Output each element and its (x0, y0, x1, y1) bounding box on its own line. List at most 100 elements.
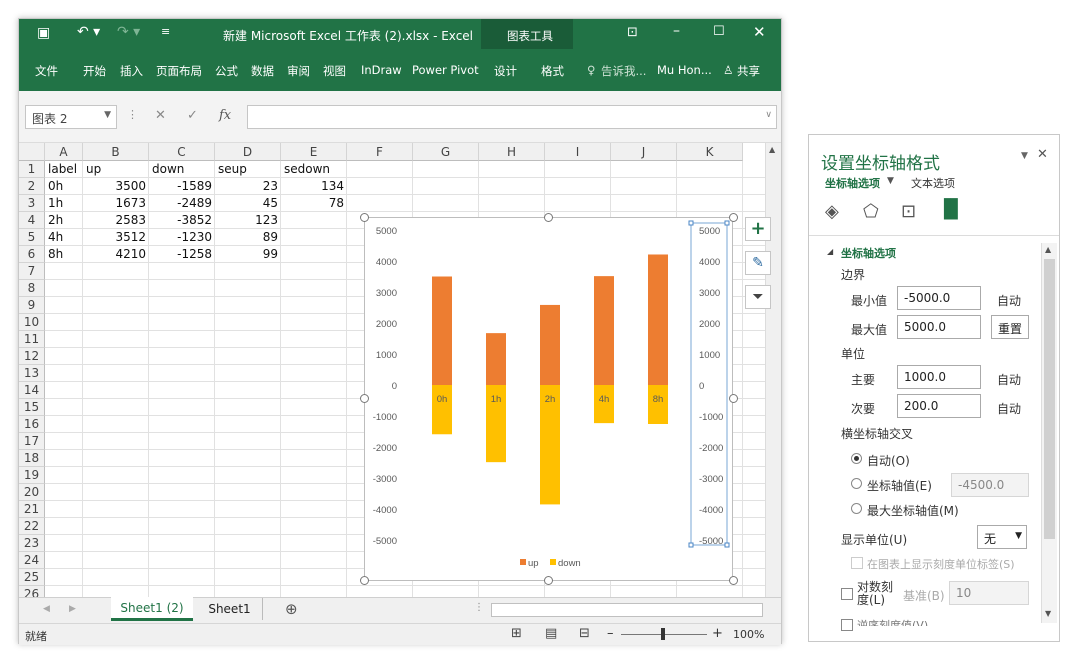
radio-max-label[interactable]: 最大坐标轴值(M) (867, 502, 959, 519)
row-header[interactable]: 23 (19, 535, 45, 552)
tab-view[interactable]: 视图 (323, 63, 346, 79)
table-cell[interactable]: -2489 (149, 195, 215, 212)
table-cell[interactable]: 3500 (83, 178, 149, 195)
log-scale-checkbox[interactable] (841, 588, 853, 600)
zoom-out-icon[interactable]: – (607, 626, 614, 641)
tab-text-options[interactable]: 文本选项 (911, 175, 955, 191)
minor-auto-button[interactable]: 自动 (997, 400, 1021, 417)
table-cell[interactable]: 3512 (83, 229, 149, 246)
resize-handle[interactable] (360, 394, 369, 403)
table-cell[interactable]: label (45, 161, 83, 178)
table-cell[interactable]: 1673 (83, 195, 149, 212)
next-sheet-icon[interactable]: ▶ (69, 604, 76, 614)
sheet-tab[interactable]: Sheet1 (197, 598, 263, 620)
table-cell[interactable]: 99 (215, 246, 281, 263)
radio-axis-value[interactable] (851, 478, 862, 489)
row-header[interactable]: 6 (19, 246, 45, 263)
reverse-order-checkbox[interactable] (841, 619, 853, 631)
resize-handle[interactable] (729, 576, 738, 585)
table-cell[interactable]: 2h (45, 212, 83, 229)
table-cell[interactable]: 4h (45, 229, 83, 246)
page-layout-view-icon[interactable]: ▤ (545, 626, 557, 641)
table-cell[interactable]: 1h (45, 195, 83, 212)
row-header[interactable]: 21 (19, 501, 45, 518)
column-header[interactable]: I (545, 143, 611, 161)
zoom-slider-thumb[interactable] (661, 628, 665, 640)
undo-icon[interactable]: ↶ ▾ (77, 24, 100, 40)
tab-file[interactable]: 文件 (35, 63, 58, 79)
resize-handle[interactable] (360, 576, 369, 585)
chevron-down-icon[interactable]: ▼ (1015, 531, 1022, 541)
tab-axis-options[interactable]: 坐标轴选项 (825, 175, 880, 191)
row-header[interactable]: 7 (19, 263, 45, 280)
minimize-icon[interactable]: – (673, 23, 680, 39)
tab-formulas[interactable]: 公式 (215, 63, 238, 79)
reverse-order-label[interactable]: 逆序刻度值(V) (857, 617, 928, 626)
cancel-icon[interactable]: ✕ (155, 108, 166, 123)
insert-function-button[interactable]: fx (219, 108, 231, 123)
tab-page-layout[interactable]: 页面布局 (156, 63, 202, 79)
page-break-view-icon[interactable]: ⊟ (579, 626, 590, 641)
column-header[interactable]: B (83, 143, 149, 161)
table-cell[interactable]: 8h (45, 246, 83, 263)
table-cell[interactable]: seup (215, 161, 281, 178)
column-header[interactable]: D (215, 143, 281, 161)
row-header[interactable]: 13 (19, 365, 45, 382)
row-header[interactable]: 25 (19, 569, 45, 586)
minor-unit-input[interactable]: 200.0 (897, 394, 981, 418)
redo-icon[interactable]: ↷ ▾ (117, 24, 140, 40)
column-header[interactable]: F (347, 143, 413, 161)
row-header[interactable]: 22 (19, 518, 45, 535)
row-header[interactable]: 14 (19, 382, 45, 399)
row-header[interactable]: 15 (19, 399, 45, 416)
resize-handle[interactable] (729, 213, 738, 222)
select-all-corner[interactable] (19, 143, 45, 161)
table-cell[interactable]: 23 (215, 178, 281, 195)
max-bound-input[interactable]: 5000.0 (897, 315, 981, 339)
prev-sheet-icon[interactable]: ◀ (43, 604, 50, 614)
table-cell[interactable]: 134 (281, 178, 347, 195)
chevron-down-icon[interactable]: ▼ (104, 110, 111, 120)
table-cell[interactable]: 4210 (83, 246, 149, 263)
table-cell[interactable]: -1258 (149, 246, 215, 263)
name-box[interactable]: 图表 2 ▼ (25, 105, 117, 129)
maximize-icon[interactable]: ☐ (713, 24, 725, 39)
tab-insert[interactable]: 插入 (120, 63, 143, 79)
display-units-select[interactable]: 无 ▼ (977, 525, 1027, 549)
column-header[interactable]: J (611, 143, 677, 161)
ribbon-display-icon[interactable]: ⊡ (627, 25, 638, 40)
log-scale-label[interactable]: 对数刻度(L) (857, 581, 893, 607)
chart-area[interactable]: 5000 4000 3000 2000 1000 0 -1000 -2000 -3000 -400… (364, 217, 733, 581)
row-header[interactable]: 3 (19, 195, 45, 212)
tab-review[interactable]: 审阅 (287, 63, 310, 79)
row-header[interactable]: 11 (19, 331, 45, 348)
formula-input[interactable]: ∨ (247, 105, 777, 129)
table-cell[interactable]: sedown (281, 161, 347, 178)
column-header[interactable]: K (677, 143, 743, 161)
horizontal-scrollbar[interactable] (491, 603, 763, 617)
resize-handle[interactable] (360, 213, 369, 222)
table-cell[interactable]: -3852 (149, 212, 215, 229)
customize-qat-icon[interactable]: ≡ (161, 25, 170, 38)
tab-home[interactable]: 开始 (83, 63, 106, 79)
chart-styles-button[interactable]: ✎ (745, 251, 771, 275)
column-header[interactable]: E (281, 143, 347, 161)
radio-max-axis-value[interactable] (851, 503, 862, 514)
row-header[interactable]: 10 (19, 314, 45, 331)
tab-format[interactable]: 格式 (541, 63, 564, 79)
column-header[interactable]: H (479, 143, 545, 161)
row-header[interactable]: 9 (19, 297, 45, 314)
table-cell[interactable]: 45 (215, 195, 281, 212)
row-header[interactable]: 2 (19, 178, 45, 195)
radio-auto-label[interactable]: 自动(O) (867, 452, 910, 469)
zoom-level[interactable]: 100% (733, 628, 764, 641)
tab-design[interactable]: 设计 (494, 63, 517, 79)
row-header[interactable]: 8 (19, 280, 45, 297)
radio-auto[interactable] (851, 453, 862, 464)
tell-me-search[interactable]: 告诉我... (601, 63, 646, 79)
log-base-input[interactable]: 10 (949, 581, 1029, 605)
table-cell[interactable]: down (149, 161, 215, 178)
min-bound-input[interactable]: -5000.0 (897, 286, 981, 310)
table-cell[interactable]: 2583 (83, 212, 149, 229)
scroll-up-icon[interactable]: ▲ (769, 145, 775, 154)
